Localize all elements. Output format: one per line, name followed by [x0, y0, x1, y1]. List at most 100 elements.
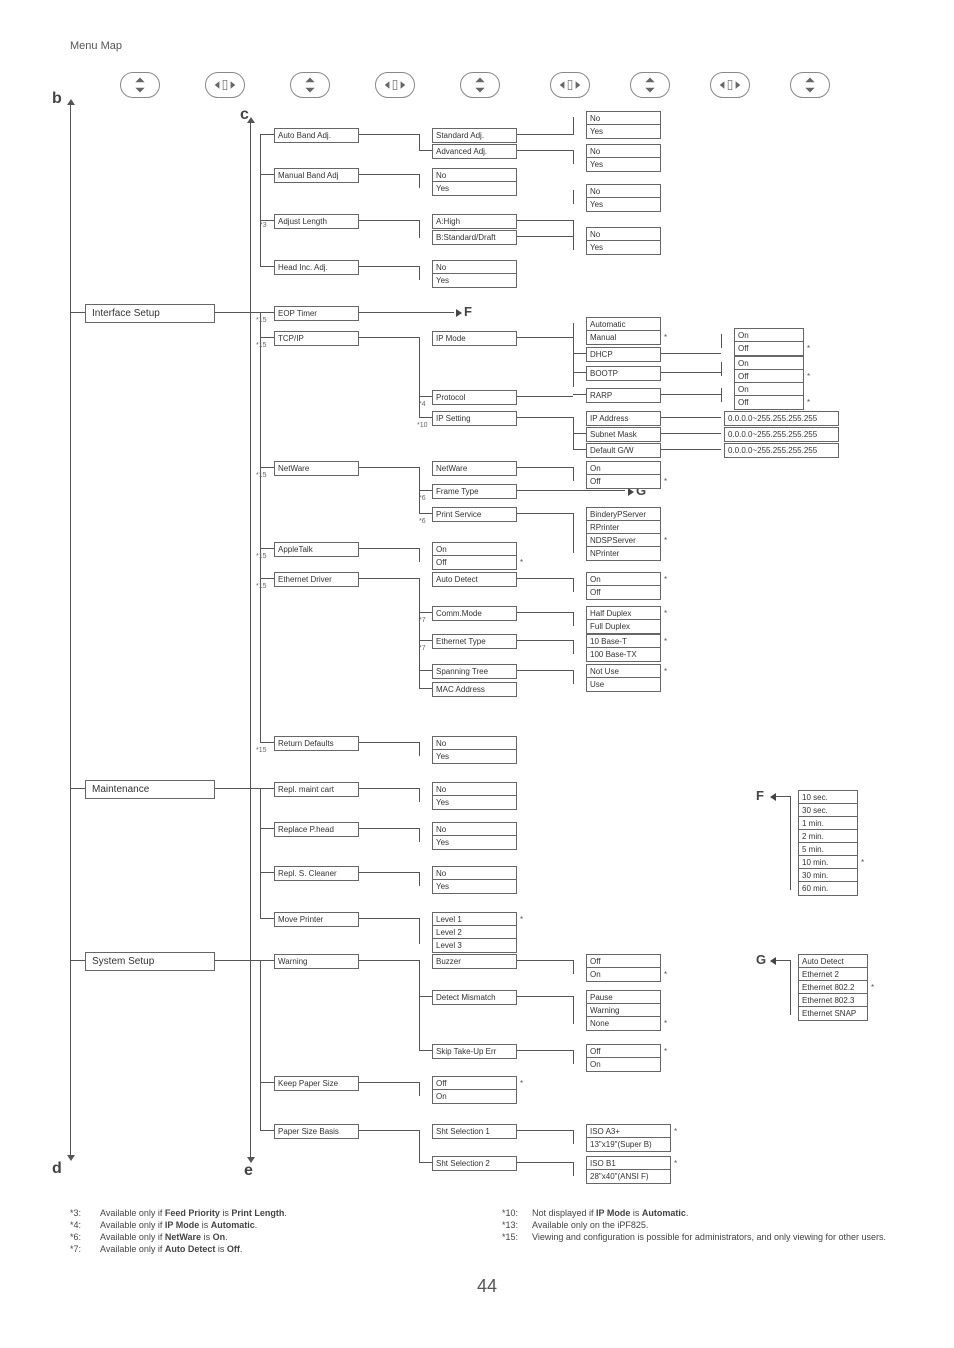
manual-item: Manual — [586, 330, 661, 345]
connector — [661, 353, 721, 354]
connector — [573, 190, 574, 204]
use-item: Use — [586, 677, 661, 692]
connector — [517, 640, 573, 641]
connector — [517, 220, 573, 221]
connector — [573, 353, 586, 354]
connector — [260, 742, 274, 743]
connector — [517, 1130, 573, 1131]
connector — [419, 612, 432, 613]
connector — [419, 513, 432, 514]
default-star: * — [520, 558, 523, 567]
connector — [419, 1050, 432, 1051]
leftright-nav-icon — [710, 72, 750, 98]
connector — [260, 1082, 274, 1083]
netware-item: NetWare — [274, 461, 359, 476]
connector — [419, 174, 420, 188]
connector — [260, 828, 274, 829]
default-star: * — [807, 344, 810, 353]
connector — [517, 513, 573, 514]
marker-G-target: G — [756, 952, 766, 967]
fn-num: *15: — [502, 1232, 532, 1242]
off-item: Off — [432, 555, 517, 570]
yes-item: Yes — [432, 181, 517, 196]
fn-num: *6: — [70, 1232, 100, 1242]
buzzer-item: Buzzer — [432, 954, 517, 969]
connector — [260, 312, 274, 313]
replace-phead-item: Replace P.head — [274, 822, 359, 837]
connector — [359, 134, 419, 135]
connector — [517, 1050, 573, 1051]
sht2-item: Sht Selection 2 — [432, 1156, 517, 1171]
keep-paper-item: Keep Paper Size — [274, 1076, 359, 1091]
default-star: * — [664, 333, 667, 342]
connector — [260, 266, 274, 267]
connector — [661, 449, 721, 450]
on-item: On — [586, 967, 661, 982]
yes-item: Yes — [432, 879, 517, 894]
connector — [260, 1130, 274, 1131]
menu-map-diagram: b d e c F G F G Interface Setup Maintena… — [70, 72, 910, 1202]
connector — [419, 640, 432, 641]
connector — [70, 312, 85, 313]
ansif-item: 28"x40"(ANSI F) — [586, 1169, 671, 1184]
page-number: 44 — [70, 1276, 904, 1297]
updown-nav-icon — [630, 72, 670, 98]
connector — [661, 417, 721, 418]
connector — [573, 670, 574, 684]
connector — [573, 1050, 574, 1064]
connector — [419, 417, 432, 418]
updown-nav-icon — [290, 72, 330, 98]
connector — [419, 1130, 420, 1162]
manual-band-item: Manual Band Adj — [274, 168, 359, 183]
default-star: * — [664, 536, 667, 545]
f-opt: 60 min. — [798, 881, 858, 896]
connector — [260, 548, 274, 549]
return-defaults-item: Return Defaults — [274, 736, 359, 751]
connector — [517, 417, 573, 418]
connector — [573, 513, 574, 553]
note-6: *6 — [419, 518, 426, 525]
connector — [419, 150, 432, 151]
sht1-item: Sht Selection 1 — [432, 1124, 517, 1139]
connector — [419, 828, 420, 842]
connector — [260, 467, 274, 468]
ipaddr-item: IP Address — [586, 411, 661, 426]
commmode-item: Comm.Mode — [432, 606, 517, 621]
connector — [790, 960, 791, 1015]
macaddr-item: MAC Address — [432, 682, 517, 697]
head-inc-item: Head Inc. Adj. — [274, 260, 359, 275]
letter-b: b — [52, 90, 62, 108]
connector — [573, 612, 574, 626]
connector — [419, 490, 432, 491]
fn-text: Available only on the iPF825. — [532, 1220, 648, 1230]
letter-e: e — [244, 1162, 253, 1180]
connector — [359, 337, 419, 338]
connector — [359, 266, 419, 267]
connector — [419, 1162, 432, 1163]
move-printer-item: Move Printer — [274, 912, 359, 927]
connector — [215, 788, 260, 789]
fn-num: *13: — [502, 1220, 532, 1230]
detect-mismatch-item: Detect Mismatch — [432, 990, 517, 1005]
connector — [359, 788, 419, 789]
updown-nav-icon — [790, 72, 830, 98]
fn-text: Available only if IP Mode is Automatic. — [100, 1220, 257, 1230]
warning-item: Warning — [274, 954, 359, 969]
yes-item: Yes — [586, 124, 661, 139]
connector — [517, 960, 573, 961]
fn-text: Not displayed if IP Mode is Automatic. — [532, 1208, 688, 1218]
connector — [517, 150, 573, 151]
connector — [419, 918, 420, 944]
fn-text: Available only if Feed Priority is Print… — [100, 1208, 287, 1218]
connector — [517, 1162, 573, 1163]
paper-basis-item: Paper Size Basis — [274, 1124, 359, 1139]
connector — [359, 1130, 419, 1131]
connector — [419, 220, 420, 238]
note-15: *15 — [256, 342, 267, 349]
system-setup-item: System Setup — [85, 952, 215, 971]
superb-item: 13"x19"(Super B) — [586, 1137, 671, 1152]
connector — [573, 433, 586, 434]
standard-adj-item: Standard Adj. — [432, 128, 517, 143]
connector — [573, 640, 574, 654]
default-star: * — [807, 372, 810, 381]
